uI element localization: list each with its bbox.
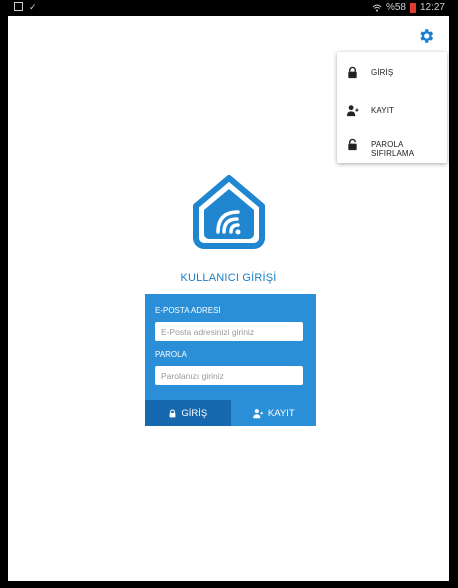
password-label: PAROLA	[155, 350, 187, 359]
clock: 12:27	[419, 2, 445, 13]
login-button-label: GİRİŞ	[181, 407, 208, 419]
register-button-label: KAYIT	[267, 407, 295, 419]
menu-item-label: PAROLA SIFIRLAMA	[371, 140, 415, 158]
email-field[interactable]	[155, 322, 303, 341]
status-bar: ✓ %58 12:27	[8, 0, 449, 16]
page-title: KULLANICI GİRİŞİ	[180, 272, 277, 284]
check-icon: ✓	[29, 2, 37, 12]
menu-item-password-reset[interactable]: PAROLA SIFIRLAMA	[337, 130, 447, 160]
smart-home-logo-icon	[193, 175, 265, 249]
menu-item-login[interactable]: GİRİŞ	[337, 58, 447, 88]
wifi-icon	[372, 4, 382, 11]
login-button[interactable]: GİRİŞ	[145, 400, 231, 426]
person-add-icon	[253, 408, 263, 418]
menu-item-register[interactable]: KAYIT	[337, 96, 447, 126]
lock-icon	[348, 66, 357, 79]
form-buttons: GİRİŞ KAYIT	[145, 400, 316, 426]
unlock-icon	[348, 138, 357, 151]
settings-dropdown-menu: GİRİŞ KAYIT PAROLA SIFIRLAMA	[337, 52, 447, 163]
battery-percent: %58	[385, 2, 406, 13]
email-label: E-POSTA ADRESİ	[155, 306, 221, 315]
lock-icon	[169, 408, 176, 417]
person-add-icon	[346, 105, 359, 117]
gear-icon[interactable]	[417, 27, 435, 45]
menu-item-label: KAYIT	[371, 106, 395, 115]
app-screen: GİRİŞ KAYIT PAROLA SIFIRLAMA KULLANICI G…	[8, 16, 449, 581]
login-form-card: E-POSTA ADRESİ PAROLA GİRİŞ	[145, 294, 316, 426]
register-button[interactable]: KAYIT	[230, 400, 316, 426]
screenshot-icon	[14, 2, 23, 11]
battery-icon	[409, 2, 416, 13]
password-field[interactable]	[155, 366, 303, 385]
device-frame: ✓ %58 12:27 GİRİŞ KAYIT PAROLA SIFIRLAMA…	[0, 0, 458, 588]
menu-item-label: GİRİŞ	[371, 68, 394, 77]
